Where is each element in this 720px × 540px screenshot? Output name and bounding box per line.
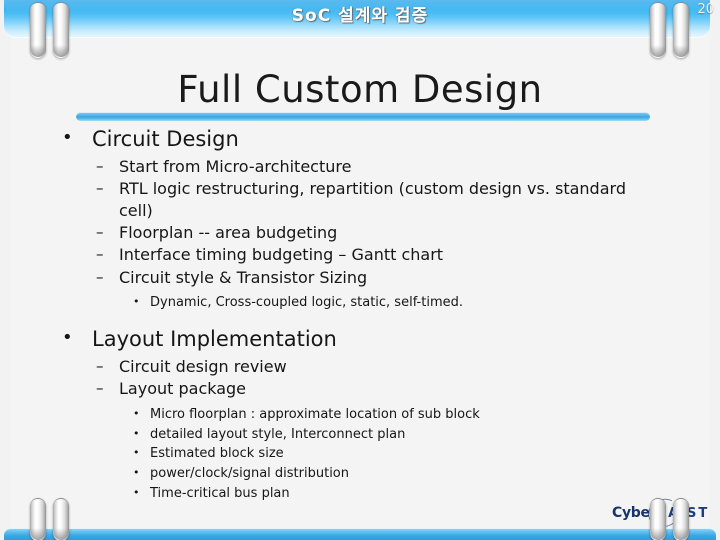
- bullet-item-level-2: – Interface timing budgeting – Gantt char…: [0, 244, 720, 265]
- bullet-marker-icon: –: [96, 156, 104, 175]
- bullet-marker-icon: –: [96, 245, 104, 264]
- binder-ring-icon: [650, 2, 666, 58]
- binder-ring-icon: [30, 2, 46, 58]
- bullet-marker-icon: •: [133, 295, 140, 309]
- bullet-item-level-3: • Micro floorplan : approximate location …: [0, 406, 720, 425]
- bullet-text: Estimated block size: [150, 446, 284, 462]
- bullet-text: RTL logic restructuring, repartition (cu…: [119, 179, 626, 220]
- binder-ring-icon: [30, 498, 46, 540]
- bullet-text: Floorplan -- area budgeting: [119, 223, 338, 243]
- bullet-text: Circuit style & Transistor Sizing: [119, 267, 368, 287]
- bullet-text: Layout Implementation: [92, 327, 337, 352]
- bullet-text: Dynamic, Cross-coupled logic, static, se…: [150, 295, 464, 311]
- bullet-item-level-2: – Layout package: [0, 378, 720, 399]
- page-title: Full Custom Design: [177, 68, 543, 111]
- bullet-item-level-1: • Layout Implementation: [0, 326, 720, 354]
- bullet-marker-icon: –: [96, 267, 104, 286]
- bullet-marker-icon: •: [62, 327, 73, 349]
- slide-body: • Circuit Design – Start from Micro-archite…: [0, 126, 720, 505]
- binder-ring-icon: [650, 498, 666, 540]
- bullet-item-level-1: • Circuit Design: [0, 126, 720, 154]
- bullet-marker-icon: –: [96, 379, 104, 398]
- bullet-text: detailed layout style, Interconnect plan: [150, 426, 406, 442]
- footer-bar: [4, 528, 716, 540]
- binder-ring-icon: [673, 498, 689, 540]
- bullet-text: Layout package: [119, 379, 247, 399]
- bullet-marker-icon: •: [133, 466, 140, 480]
- bullet-text: Time-critical bus plan: [150, 486, 290, 502]
- bullet-text: power/clock/signal distribution: [150, 466, 349, 482]
- bullet-marker-icon: –: [96, 356, 104, 375]
- bullet-marker-icon: •: [133, 446, 140, 460]
- bullet-item-level-3: • Estimated block size: [0, 445, 720, 464]
- bullet-text: Interface timing budgeting – Gantt chart: [119, 245, 444, 265]
- bullet-marker-icon: •: [62, 127, 73, 148]
- bullet-marker-icon: •: [133, 426, 140, 440]
- page-number: 20: [697, 2, 714, 17]
- bullet-text: Circuit Design: [92, 127, 239, 151]
- bullet-marker-icon: –: [96, 223, 104, 242]
- binder-ring-icon: [53, 498, 69, 540]
- binder-ring-icon: [53, 2, 69, 58]
- bullet-item-level-3: • power/clock/signal distribution: [0, 465, 720, 484]
- title-underline-rule: [76, 112, 650, 121]
- bullet-item-level-2: – RTL logic restructuring, repartition (c…: [0, 178, 720, 221]
- bullet-text: Start from Micro-architecture: [119, 156, 352, 176]
- bullet-item-level-2: – Circuit style & Transistor Sizing: [0, 267, 720, 288]
- bullet-text: Micro floorplan : approximate location o…: [150, 406, 480, 422]
- bullet-text: Circuit design review: [119, 356, 287, 376]
- binder-ring-icon: [673, 2, 689, 58]
- bullet-item-level-2: – Circuit design review: [0, 356, 720, 377]
- bullet-item-level-2: – Floorplan -- area budgeting: [0, 222, 720, 243]
- bullet-marker-icon: •: [133, 406, 140, 420]
- slide: SoC 설계와 검증 20 Full Custom Design • Circui…: [0, 0, 720, 540]
- bullet-item-level-2: – Start from Micro-architecture: [0, 156, 720, 177]
- bullet-marker-icon: –: [96, 179, 104, 198]
- bullet-marker-icon: •: [133, 486, 140, 500]
- bullet-item-level-3: • Dynamic, Cross-coupled logic, static, s…: [0, 294, 720, 313]
- header-title: SoC 설계와 검증: [291, 6, 429, 26]
- bullet-item-level-3: • detailed layout style, Interconnect pla…: [0, 426, 720, 445]
